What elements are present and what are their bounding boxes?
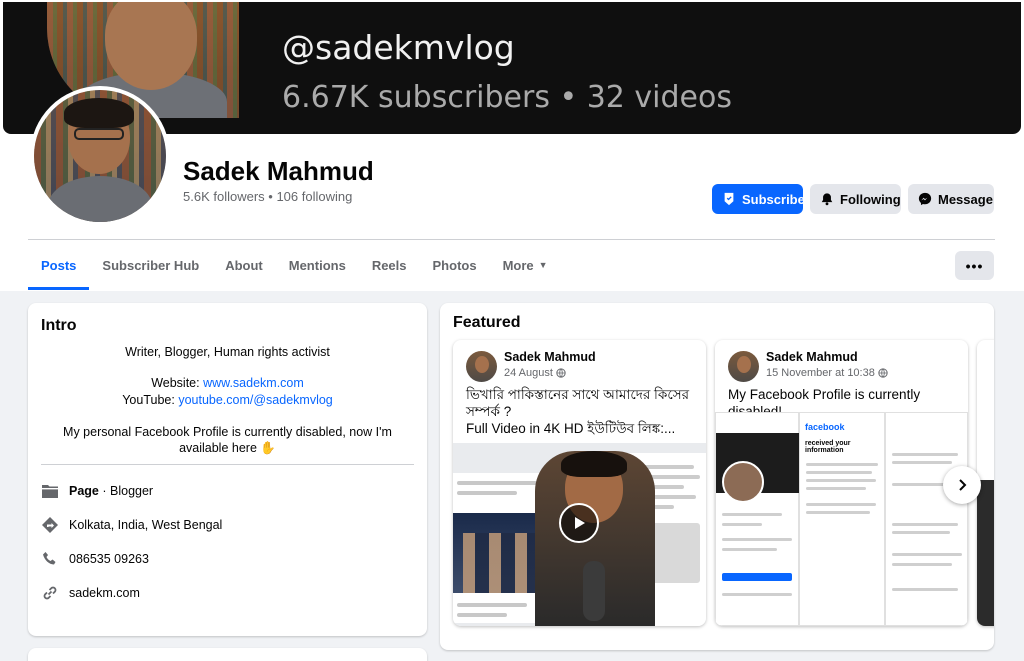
globe-icon — [556, 368, 566, 378]
page-sep: · — [98, 484, 110, 498]
following-count[interactable]: 106 following — [276, 189, 352, 204]
tab-reels[interactable]: Reels — [359, 240, 420, 290]
link-icon — [41, 584, 59, 602]
tab-more-label: More — [502, 257, 534, 273]
profile-tabs: Posts Subscriber Hub About Mentions Reel… — [28, 240, 561, 290]
youtube-link[interactable]: youtube.com/@sadekmvlog — [178, 393, 332, 407]
featured-post[interactable]: Sadek Mahmud 24 August ভিখারি পাকিস্তানে… — [453, 340, 706, 626]
more-options-button[interactable]: ••• — [955, 251, 994, 280]
message-button[interactable]: Message — [908, 184, 994, 214]
post-text: ভিখারি পাকিস্তানের সাথে আমাদের কিসের সম্… — [466, 386, 694, 437]
cover-channel-handle: @sadekmvlog — [282, 28, 515, 67]
subscribe-label: Subscribe — [742, 191, 805, 207]
subscribe-shield-icon — [724, 192, 734, 206]
phone-icon — [41, 550, 59, 568]
intro-website: Website: www.sadekm.com — [38, 375, 417, 391]
speaker-image — [535, 451, 655, 626]
thumb-heading: received your information — [805, 440, 851, 454]
photos-card-preview — [28, 648, 427, 661]
post-author[interactable]: Sadek Mahmud — [504, 350, 596, 364]
intro-divider — [41, 464, 414, 465]
tab-more[interactable]: More ▼ — [490, 240, 561, 290]
intro-card: Intro Writer, Blogger, Human rights acti… — [28, 303, 427, 636]
phone-screenshot-appeal — [885, 412, 968, 626]
intro-title: Intro — [41, 317, 77, 334]
tab-mentions[interactable]: Mentions — [276, 240, 359, 290]
play-icon[interactable] — [559, 503, 599, 543]
featured-title: Featured — [453, 314, 521, 331]
tab-subscriber-hub[interactable]: Subscriber Hub — [89, 240, 212, 290]
chevron-right-icon — [959, 479, 967, 491]
info-location: Kolkata, India, West Bengal — [41, 516, 222, 534]
featured-card: Featured Sadek Mahmud 24 August ভিখারি প… — [440, 303, 994, 650]
subscribe-button[interactable]: Subscribe — [712, 184, 805, 214]
page-flag-icon — [41, 482, 59, 500]
bell-icon — [821, 193, 833, 206]
page-label: Page — [69, 484, 99, 498]
youtube-label: YouTube: — [122, 393, 179, 407]
featured-next-button[interactable] — [943, 466, 981, 504]
location-icon — [41, 516, 59, 534]
tab-posts[interactable]: Posts — [28, 240, 90, 290]
page-category: Blogger — [110, 484, 154, 498]
intro-youtube: YouTube: youtube.com/@sadekmvlog — [38, 392, 417, 408]
post-date-text[interactable]: 24 August — [504, 367, 553, 379]
post-date: 24 August — [504, 367, 566, 379]
post-image[interactable]: facebook received your information — [715, 412, 968, 626]
post-video-thumbnail[interactable] — [453, 443, 706, 626]
caret-down-icon: ▼ — [538, 260, 548, 270]
website-link[interactable]: www.sadekm.com — [203, 376, 304, 390]
info-phone: 086535 09263 — [41, 550, 149, 568]
post-text-line1: ভিখারি পাকিস্তানের সাথে আমাদের কিসের সম্… — [466, 387, 690, 419]
following-label: Following — [840, 191, 901, 207]
intro-note: My personal Facebook Profile is currentl… — [63, 425, 392, 455]
phone-screenshot-profile — [715, 412, 800, 626]
messenger-icon — [918, 192, 932, 206]
location-text: Kolkata, India, West Bengal — [69, 518, 223, 532]
message-label: Message — [938, 191, 993, 207]
follow-meta: 5.6K followers • 106 following — [183, 189, 352, 204]
phone-text[interactable]: 086535 09263 — [69, 552, 149, 566]
avatar[interactable] — [466, 351, 497, 382]
tab-about[interactable]: About — [212, 240, 276, 290]
following-button[interactable]: Following — [810, 184, 901, 214]
thumb-brand: facebook — [805, 422, 845, 432]
globe-icon — [878, 368, 888, 378]
post-author[interactable]: Sadek Mahmud — [766, 350, 858, 364]
profile-avatar[interactable] — [30, 86, 170, 226]
intro-bio: Writer, Blogger, Human rights activist — [125, 345, 330, 359]
info-website: sadekm.com — [41, 584, 140, 602]
website-label: Website: — [151, 376, 204, 390]
info-page-category: Page · Blogger — [41, 482, 153, 500]
site-text[interactable]: sadekm.com — [69, 586, 140, 600]
featured-post[interactable]: Sadek Mahmud 15 November at 10:38 My Fac… — [715, 340, 968, 626]
followers-count[interactable]: 5.6K followers — [183, 189, 265, 204]
post-date: 15 November at 10:38 — [766, 367, 888, 379]
tab-photos[interactable]: Photos — [420, 240, 490, 290]
post-text-line2: Full Video in 4K HD ইউটিউব লিঙ্ক:... — [466, 421, 676, 436]
post-date-text[interactable]: 15 November at 10:38 — [766, 367, 875, 379]
meta-separator: • — [264, 189, 277, 204]
cover-channel-stats: 6.67K subscribers • 32 videos — [282, 80, 732, 115]
profile-name[interactable]: Sadek Mahmud — [183, 156, 374, 187]
avatar[interactable] — [728, 351, 759, 382]
